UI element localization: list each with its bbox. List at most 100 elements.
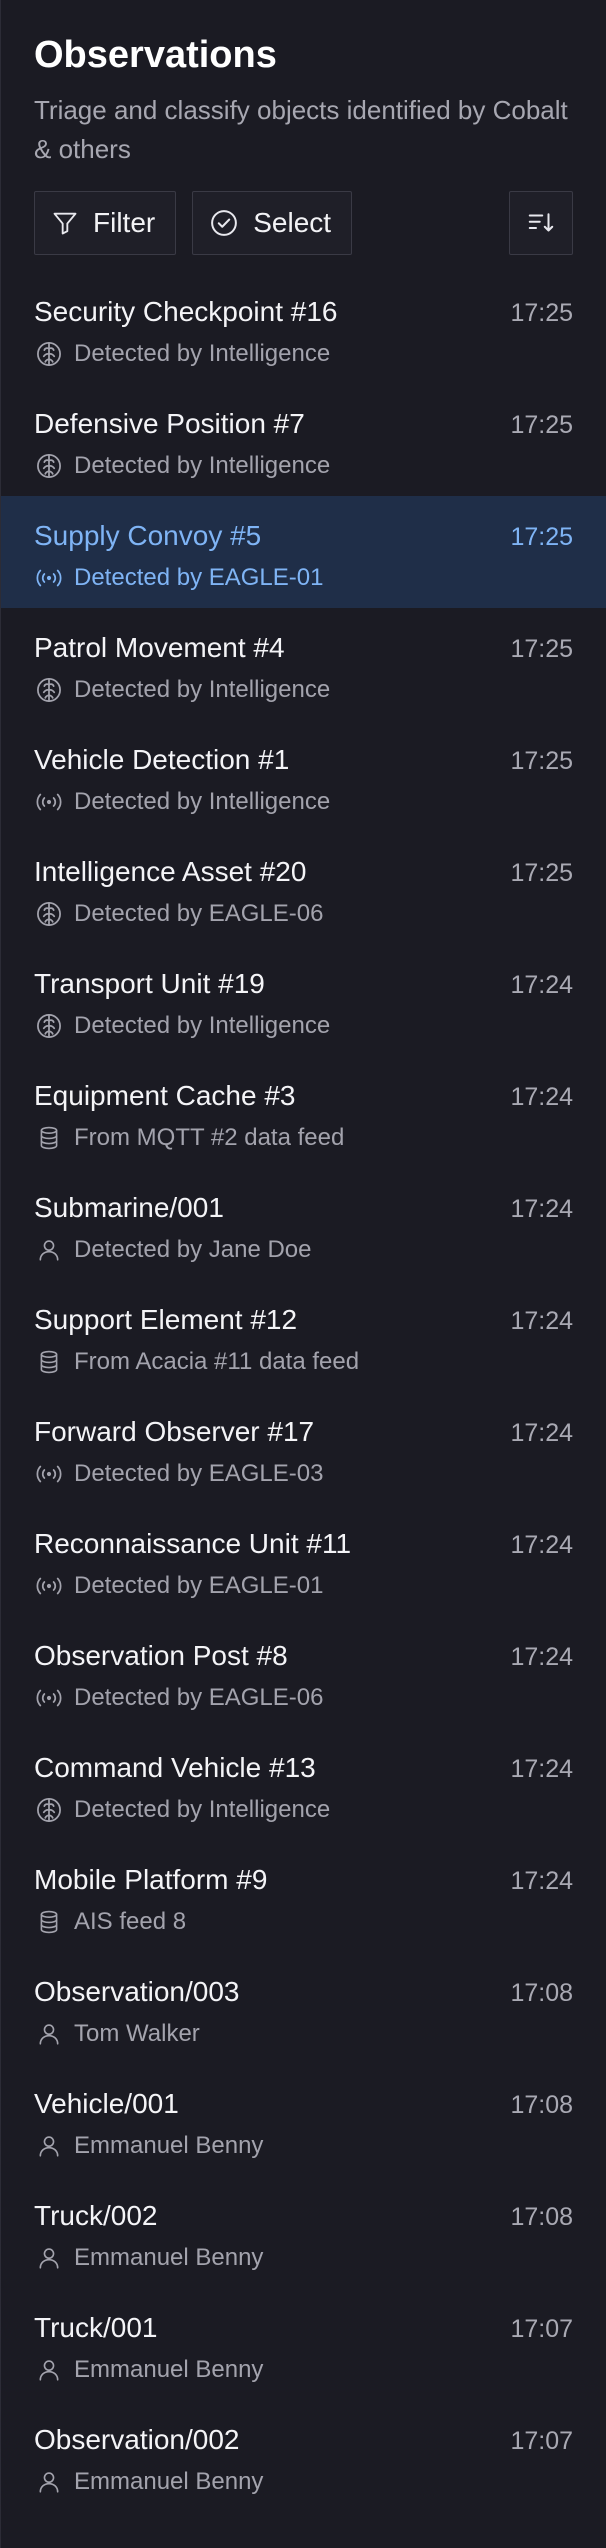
observation-source: Detected by EAGLE-01 <box>74 1572 324 1599</box>
observation-name: Intelligence Asset #20 <box>34 856 307 887</box>
observation-time: 17:24 <box>510 1755 573 1783</box>
observation-name: Supply Convoy #5 <box>34 520 262 551</box>
page-subtitle: Triage and classify objects identified b… <box>34 95 568 164</box>
observation-row-18[interactable]: Truck/001 17:07 Emmanuel Benny <box>1 2288 606 2400</box>
observation-time: 17:25 <box>510 411 573 439</box>
observation-name: Patrol Movement #4 <box>34 632 285 663</box>
user-icon <box>34 2467 64 2497</box>
user-icon <box>34 1235 64 1265</box>
observation-list: Security Checkpoint #16 17:25 Detected b… <box>1 272 606 2512</box>
observation-time: 17:24 <box>510 1195 573 1223</box>
observation-source: Emmanuel Benny <box>74 2132 264 2159</box>
sensor-icon <box>34 1571 64 1601</box>
observation-name: Observation/002 <box>34 2424 240 2455</box>
observation-time: 17:08 <box>510 2203 573 2231</box>
observation-name: Truck/001 <box>34 2312 158 2343</box>
observation-source: Emmanuel Benny <box>74 2468 264 2495</box>
observation-row-1[interactable]: Defensive Position #7 17:25 Detected by … <box>1 384 606 496</box>
observation-time: 17:07 <box>510 2427 573 2455</box>
database-icon <box>34 1907 64 1937</box>
observation-source: Detected by EAGLE-06 <box>74 1684 324 1711</box>
observation-row-8[interactable]: Submarine/001 17:24 Detected by Jane Doe <box>1 1168 606 1280</box>
select-button[interactable]: Select <box>192 191 353 255</box>
observation-name: Transport Unit #19 <box>34 968 265 999</box>
observation-name: Vehicle/001 <box>34 2088 179 2119</box>
observation-row-7[interactable]: Equipment Cache #3 17:24 From MQTT #2 da… <box>1 1056 606 1168</box>
filter-button[interactable]: Filter <box>34 191 177 255</box>
observation-time: 17:24 <box>510 1643 573 1671</box>
sensor-icon <box>34 1683 64 1713</box>
user-icon <box>34 2019 64 2049</box>
observation-name: Security Checkpoint #16 <box>34 296 338 327</box>
observation-row-17[interactable]: Truck/002 17:08 Emmanuel Benny <box>1 2176 606 2288</box>
observation-row-6[interactable]: Transport Unit #19 17:24 Detected by Int… <box>1 944 606 1056</box>
observation-source: From Acacia #11 data feed <box>74 1348 360 1375</box>
observation-name: Submarine/001 <box>34 1192 224 1223</box>
observation-time: 17:24 <box>510 1307 573 1335</box>
check-circle-icon <box>209 208 253 238</box>
observation-time: 17:25 <box>510 859 573 887</box>
user-icon <box>34 2355 64 2385</box>
brain-icon <box>34 1795 64 1825</box>
brain-icon <box>34 899 64 929</box>
observations-panel: Observations Triage and classify objects… <box>0 0 606 2548</box>
sensor-icon <box>34 787 64 817</box>
observation-source: From MQTT #2 data feed <box>74 1124 345 1151</box>
sensor-icon <box>34 563 64 593</box>
observation-row-12[interactable]: Observation Post #8 17:24 Detected by EA… <box>1 1616 606 1728</box>
observation-time: 17:08 <box>510 1979 573 2007</box>
observation-source: Detected by Intelligence <box>74 676 331 703</box>
observation-time: 17:24 <box>510 1419 573 1447</box>
observation-row-0[interactable]: Security Checkpoint #16 17:25 Detected b… <box>1 272 606 384</box>
observation-row-2[interactable]: Supply Convoy #5 17:25 Detected by EAGLE… <box>1 496 606 608</box>
observation-name: Defensive Position #7 <box>34 408 305 439</box>
observation-source: Detected by Intelligence <box>74 452 331 479</box>
panel-header: Observations Triage and classify objects… <box>1 0 606 255</box>
observation-name: Forward Observer #17 <box>34 1416 315 1447</box>
user-icon <box>34 2243 64 2273</box>
observation-source: Detected by Jane Doe <box>74 1236 312 1263</box>
observation-name: Support Element #12 <box>34 1304 298 1335</box>
observation-source: Emmanuel Benny <box>74 2356 264 2383</box>
brain-icon <box>34 451 64 481</box>
page-title: Observations <box>34 34 277 76</box>
brain-icon <box>34 339 64 369</box>
observation-source: Detected by Intelligence <box>74 1796 331 1823</box>
observation-name: Equipment Cache #3 <box>34 1080 296 1111</box>
observation-source: Detected by EAGLE-03 <box>74 1460 324 1487</box>
observation-row-19[interactable]: Observation/002 17:07 Emmanuel Benny <box>1 2400 606 2512</box>
observation-row-15[interactable]: Observation/003 17:08 Tom Walker <box>1 1952 606 2064</box>
observation-row-10[interactable]: Forward Observer #17 17:24 Detected by E… <box>1 1392 606 1504</box>
observation-time: 17:24 <box>510 1083 573 1111</box>
observation-source: Detected by Intelligence <box>74 788 331 815</box>
observation-time: 17:25 <box>510 299 573 327</box>
observation-time: 17:24 <box>510 1867 573 1895</box>
observation-name: Mobile Platform #9 <box>34 1864 268 1895</box>
observation-source: Detected by EAGLE-01 <box>74 564 324 591</box>
sensor-icon <box>34 1459 64 1489</box>
observation-name: Reconnaissance Unit #11 <box>34 1528 352 1559</box>
observation-source: Emmanuel Benny <box>74 2244 264 2271</box>
observation-row-5[interactable]: Intelligence Asset #20 17:25 Detected by… <box>1 832 606 944</box>
observation-row-9[interactable]: Support Element #12 17:24 From Acacia #1… <box>1 1280 606 1392</box>
observation-time: 17:24 <box>510 971 573 999</box>
observation-row-3[interactable]: Patrol Movement #4 17:25 Detected by Int… <box>1 608 606 720</box>
observation-source: Detected by EAGLE-06 <box>74 900 324 927</box>
observation-time: 17:07 <box>510 2315 573 2343</box>
observation-time: 17:25 <box>510 635 573 663</box>
observation-name: Vehicle Detection #1 <box>34 744 290 775</box>
observation-source: Detected by Intelligence <box>74 1012 331 1039</box>
observation-row-4[interactable]: Vehicle Detection #1 17:25 Detected by I… <box>1 720 606 832</box>
observation-name: Observation Post #8 <box>34 1640 288 1671</box>
sort-button[interactable] <box>509 191 573 255</box>
filter-icon <box>51 209 93 237</box>
observation-row-11[interactable]: Reconnaissance Unit #11 17:24 Detected b… <box>1 1504 606 1616</box>
observation-row-13[interactable]: Command Vehicle #13 17:24 Detected by In… <box>1 1728 606 1840</box>
observation-name: Command Vehicle #13 <box>34 1752 316 1783</box>
observation-name: Observation/003 <box>34 1976 240 2007</box>
observation-row-14[interactable]: Mobile Platform #9 17:24 AIS feed 8 <box>1 1840 606 1952</box>
brain-icon <box>34 675 64 705</box>
observation-source: Tom Walker <box>74 2020 200 2047</box>
filter-button-label: Filter <box>93 207 156 238</box>
observation-row-16[interactable]: Vehicle/001 17:08 Emmanuel Benny <box>1 2064 606 2176</box>
